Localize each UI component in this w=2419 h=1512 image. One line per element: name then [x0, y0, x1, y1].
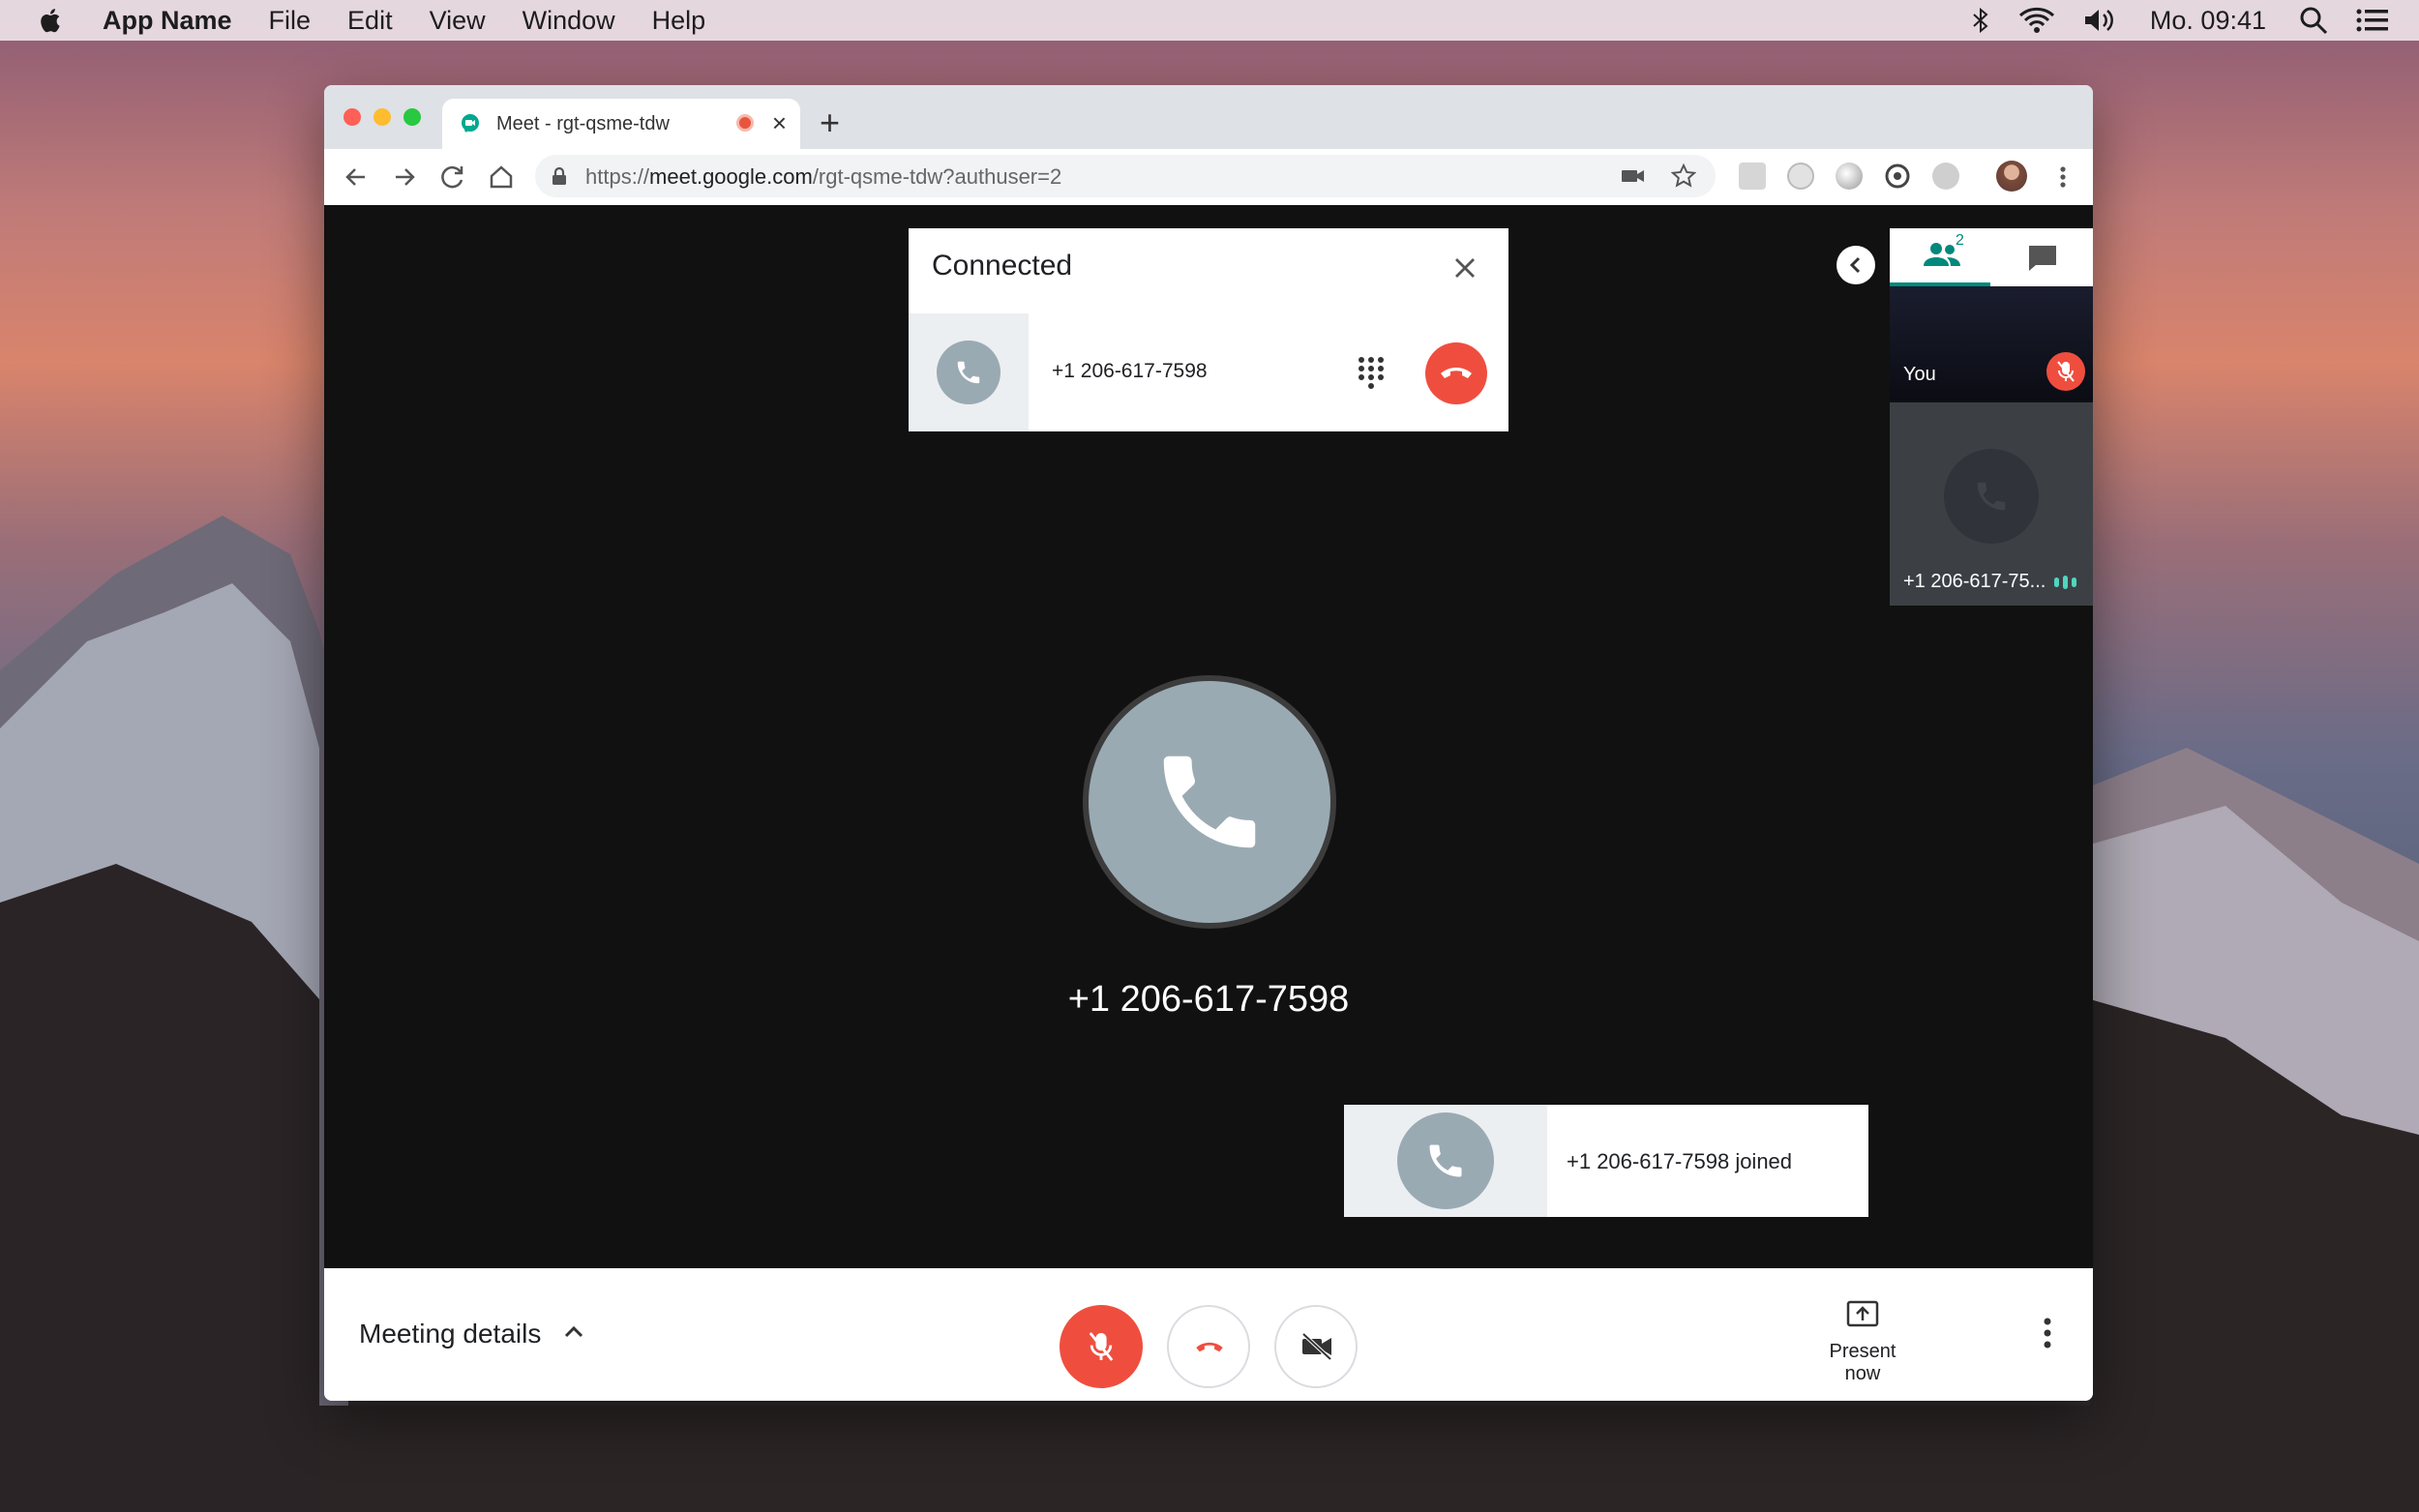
volume-icon[interactable]: [2082, 7, 2117, 34]
bookmark-star-icon[interactable]: [1671, 163, 1696, 189]
url-path: /rgt-qsme-tdw?authuser=2: [812, 164, 1062, 189]
joined-toast: +1 206-617-7598 joined: [1344, 1105, 1868, 1217]
extension-hex-icon[interactable]: [1932, 163, 1959, 190]
more-options-icon[interactable]: [2043, 1317, 2052, 1349]
mic-off-icon: [1089, 1332, 1114, 1361]
toggle-camera-button[interactable]: [1274, 1305, 1358, 1388]
hang-up-phone-button[interactable]: [1425, 342, 1487, 404]
apple-logo-icon[interactable]: [37, 6, 66, 35]
meeting-control-bar: Meeting details Present now: [324, 1268, 2093, 1401]
toast-avatar-box: [1344, 1105, 1547, 1217]
caller-avatar-box: [909, 313, 1029, 431]
muted-badge: [2046, 352, 2085, 391]
meeting-stage: Connected +1 206-617-7598 +1 206-617-759…: [324, 205, 2093, 1268]
recording-indicator-icon: [736, 114, 754, 132]
meet-favicon-icon: [462, 114, 479, 133]
browser-window: Meet - rgt-qsme-tdw × + https://meet.goo…: [324, 85, 2093, 1401]
phone-participant-avatar: [1944, 449, 2039, 544]
chat-icon: [2029, 246, 2056, 271]
extension-clock-icon[interactable]: [1787, 163, 1814, 190]
home-icon[interactable]: [485, 161, 518, 193]
dialpad-icon[interactable]: [1354, 354, 1389, 393]
tab-title: Meet - rgt-qsme-tdw: [496, 112, 670, 134]
close-tab-icon[interactable]: ×: [772, 108, 787, 138]
mute-microphone-button[interactable]: [1060, 1305, 1143, 1388]
back-icon[interactable]: [340, 161, 373, 193]
url-prefix: https://: [585, 164, 650, 189]
hang-up-icon: [1441, 368, 1472, 378]
camera-in-use-icon[interactable]: [1621, 166, 1646, 186]
present-screen-icon: [1846, 1300, 1879, 1327]
connected-card: Connected +1 206-617-7598: [909, 228, 1508, 431]
minimize-window-button[interactable]: [373, 108, 391, 126]
menu-view[interactable]: View: [430, 6, 486, 36]
menu-file[interactable]: File: [269, 6, 312, 36]
url-host: meet.google.com: [649, 164, 813, 189]
extension-qr-icon[interactable]: [1739, 163, 1766, 190]
phone-icon: [957, 361, 980, 384]
extension-circle-icon[interactable]: [1836, 163, 1863, 190]
collapse-sidebar-button[interactable]: [1837, 246, 1875, 284]
address-bar[interactable]: https://meet.google.com/rgt-qsme-tdw?aut…: [535, 155, 1716, 197]
participant-tile-you[interactable]: You: [1890, 286, 2093, 400]
phone-participant-label: +1 206-617-75...: [1903, 571, 2046, 592]
tab-chat[interactable]: [1992, 228, 2093, 286]
phone-large-icon: [1163, 756, 1256, 848]
mic-off-icon: [2057, 361, 2075, 382]
browser-toolbar: https://meet.google.com/rgt-qsme-tdw?aut…: [324, 149, 2093, 206]
caller-avatar: [937, 341, 1000, 404]
hang-up-icon: [1196, 1342, 1223, 1352]
close-window-button[interactable]: [343, 108, 361, 126]
forward-icon[interactable]: [388, 161, 421, 193]
camera-off-icon: [1301, 1332, 1332, 1361]
meeting-details-button[interactable]: Meeting details: [359, 1319, 541, 1349]
app-name-menu[interactable]: App Name: [103, 6, 232, 36]
sidebar-tabs: 2: [1890, 228, 2093, 286]
speaking-indicator-icon: [2054, 576, 2076, 589]
spotlight-search-icon[interactable]: [2299, 6, 2328, 35]
bluetooth-icon[interactable]: [1970, 7, 1991, 34]
toast-avatar: [1397, 1112, 1494, 1209]
wifi-icon[interactable]: [2018, 7, 2055, 34]
chevron-left-icon: [1849, 256, 1861, 274]
tab-participants[interactable]: 2: [1890, 228, 1990, 286]
connected-call-row: +1 206-617-7598: [909, 313, 1508, 431]
profile-avatar[interactable]: [1996, 161, 2027, 192]
close-icon[interactable]: [1450, 253, 1479, 282]
zoom-window-button[interactable]: [403, 108, 421, 126]
reload-icon[interactable]: [436, 161, 469, 193]
chevron-up-icon[interactable]: [562, 1320, 585, 1344]
menu-window[interactable]: Window: [523, 6, 615, 36]
menu-bar: App Name File Edit View Window Help Mo. …: [0, 0, 2419, 41]
browser-tab-meet[interactable]: Meet - rgt-qsme-tdw ×: [442, 99, 800, 149]
lock-icon[interactable]: [551, 166, 568, 186]
phone-icon: [1429, 1144, 1462, 1177]
connected-title: Connected: [932, 250, 1073, 282]
menubar-clock[interactable]: Mo. 09:41: [2150, 6, 2266, 36]
notification-list-icon[interactable]: [2355, 7, 2390, 34]
caller-large-avatar: [1083, 675, 1336, 929]
menu-help[interactable]: Help: [652, 6, 706, 36]
menu-edit[interactable]: Edit: [347, 6, 393, 36]
browser-menu-icon[interactable]: [2046, 161, 2079, 193]
present-now-button[interactable]: Present now: [1814, 1299, 1911, 1385]
new-tab-button[interactable]: +: [820, 103, 840, 143]
participant-tile-phone[interactable]: +1 206-617-75...: [1890, 402, 2093, 606]
phone-icon: [1977, 482, 2006, 511]
extension-swirl-icon[interactable]: [1884, 163, 1911, 190]
joined-text: +1 206-617-7598 joined: [1567, 1149, 1793, 1173]
participant-you-label: You: [1903, 364, 1936, 385]
caller-number-large: +1 206-617-7598: [1067, 979, 1350, 1020]
url-text: https://meet.google.com/rgt-qsme-tdw?aut…: [585, 164, 1061, 190]
tab-strip: Meet - rgt-qsme-tdw × +: [324, 85, 2093, 149]
participant-count-badge: 2: [1956, 232, 1964, 249]
present-now-label: Present now: [1829, 1341, 1896, 1384]
leave-call-button[interactable]: [1167, 1305, 1250, 1388]
connected-phone-number: +1 206-617-7598: [1052, 360, 1208, 382]
participants-sidebar: 2 You +1 206-617-75...: [1890, 228, 2093, 606]
